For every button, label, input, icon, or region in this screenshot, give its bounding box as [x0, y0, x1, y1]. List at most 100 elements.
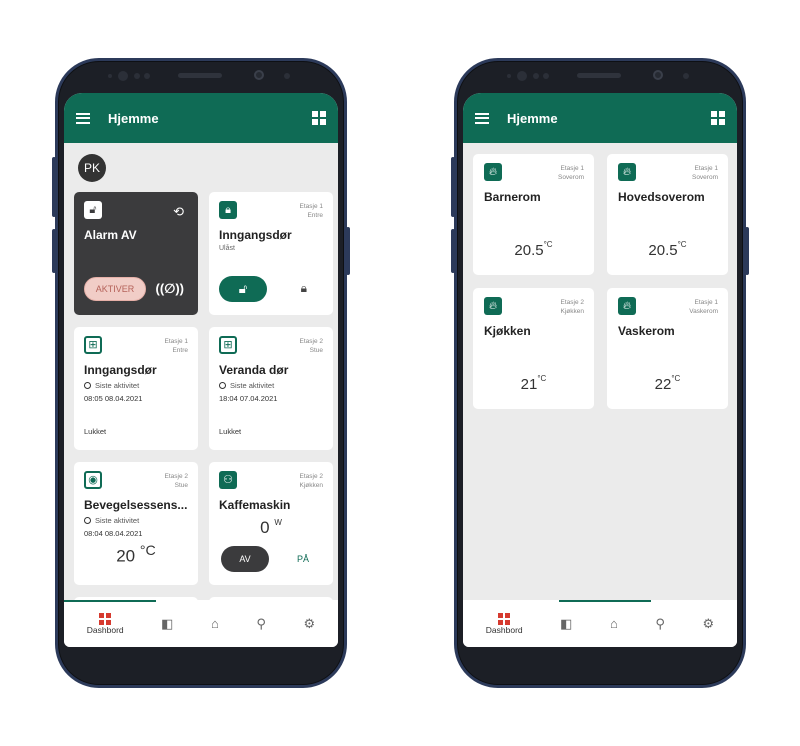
activity-date: 07.04.2021: [239, 394, 278, 403]
nav-floorplan[interactable]: ◧: [161, 616, 173, 631]
sensor-dot: [118, 71, 128, 81]
grid-add-icon[interactable]: [312, 111, 326, 125]
room-label: Stue: [174, 482, 188, 489]
door-sensor-card[interactable]: ⊞ Etasje 2 Stue Veranda dør Siste aktivi…: [209, 327, 333, 450]
card-location: Etasje 1 Entre: [165, 337, 189, 355]
off-button[interactable]: AV: [221, 546, 269, 572]
thermostat-card[interactable]: 🔥︎ Etasje 2 Kjøkken Kjøkken 21°C: [473, 288, 594, 409]
nav-location[interactable]: ⚲: [256, 616, 266, 631]
bottom-navigation: Dashbord ◧ ⌂ ⚲ ⚙: [64, 600, 338, 647]
nav-dashboard-label: Dashbord: [86, 624, 124, 635]
card-location: Etasje 2 Kjøkken: [561, 298, 585, 316]
activity-date: 08.04.2021: [104, 394, 143, 403]
activity-label: Siste aktivitet: [230, 381, 275, 390]
activity-label: Siste aktivitet: [95, 381, 140, 390]
activate-alarm-button[interactable]: AKTIVER: [84, 277, 146, 301]
location-icon: ⚲: [655, 615, 665, 631]
unlocked-padlock-icon: 🔓︎: [238, 281, 248, 296]
volume-button: [52, 157, 56, 217]
motion-sensor-card[interactable]: ◉ Etasje 2 Stue Bevegelsessens... Siste …: [74, 462, 198, 585]
hamburger-menu-icon[interactable]: [76, 112, 90, 124]
room-label: Entre: [172, 347, 188, 354]
thermostat-card[interactable]: 🔥︎ Etasje 1 Soverom Barnerom 20.5°C: [473, 154, 594, 275]
lock-status: Ulåst: [219, 245, 235, 252]
settings-icon: ⚙: [303, 615, 316, 631]
card-location: Etasje 1 Vaskerom: [689, 298, 718, 316]
home-icon: ⌂: [211, 615, 219, 631]
temperature-value: 20: [116, 546, 136, 566]
app-bar: Hjemme: [463, 93, 737, 143]
front-camera: [254, 70, 264, 80]
last-activity: Siste aktivitet: [84, 381, 188, 390]
sensor-dot: [543, 73, 549, 79]
card-location: Etasje 2 Kjøkken: [300, 472, 324, 490]
lock-button[interactable]: 🔒︎: [301, 281, 307, 296]
floor-label: Etasje 1: [299, 203, 324, 210]
timestamp: 18:04 07.04.2021: [219, 394, 323, 403]
bottom-bezel: [457, 647, 743, 685]
floor-label: Etasje 1: [560, 165, 585, 172]
alarm-card[interactable]: 🔓︎ ⟲ Alarm AV AKTIVER ((∅)): [74, 192, 198, 315]
on-button[interactable]: PÅ: [297, 554, 309, 564]
sensor-dot: [284, 73, 290, 79]
thermostat-flame-icon: 🔥︎: [484, 163, 502, 181]
card-location: Etasje 1 Soverom: [692, 164, 718, 182]
top-bezel: [457, 61, 743, 93]
door-sensor-card[interactable]: ⊞ Etasje 1 Entre Inngangsdør Siste aktiv…: [74, 327, 198, 450]
activity-date: 08.04.2021: [104, 529, 143, 538]
room-label: Kjøkken: [299, 482, 323, 489]
temperature-unit: °C: [543, 240, 553, 249]
avatar[interactable]: PK: [78, 154, 106, 182]
last-activity: Siste aktivitet: [84, 516, 188, 525]
smart-plug-card[interactable]: ⚇ Etasje 2 Kjøkken Kaffemaskin 0 W AV PÅ: [209, 462, 333, 585]
temperature-value: 20.5: [648, 242, 678, 259]
nav-home[interactable]: ⌂: [211, 615, 219, 631]
thermostat-card[interactable]: 🔥︎ Etasje 1 Vaskerom Vaskerom 22°C: [607, 288, 728, 409]
top-bezel: [58, 61, 344, 93]
thermostat-card-grid: 🔥︎ Etasje 1 Soverom Barnerom 20.5°C 🔥︎ E…: [473, 151, 728, 409]
sensor-dot: [507, 74, 511, 78]
unlock-button[interactable]: 🔓︎: [219, 276, 267, 302]
temperature-reading: 20.5°C: [607, 240, 728, 259]
card-location: Etasje 1 Soverom: [558, 164, 584, 182]
nav-floorplan[interactable]: ◧: [560, 615, 573, 631]
sensor-dot: [517, 71, 527, 81]
power-reading: 0 W: [219, 518, 323, 538]
screen: Hjemme 🔥︎ Etasje 1 Soverom Barnerom 20.5…: [463, 93, 737, 647]
card-title: Inngangsdør: [219, 228, 292, 242]
room-label: Stue: [309, 347, 323, 354]
grid-add-icon[interactable]: [711, 111, 725, 125]
temperature-reading: 21°C: [473, 374, 594, 393]
hamburger-menu-icon[interactable]: [475, 112, 489, 124]
card-title: Inngangsdør: [84, 363, 157, 377]
thermostat-flame-icon: 🔥︎: [618, 163, 636, 181]
active-tab-indicator: [559, 600, 651, 602]
bottom-bezel: [58, 647, 344, 685]
siren-icon[interactable]: ((∅)): [156, 281, 184, 297]
history-icon[interactable]: ⟲: [173, 204, 184, 220]
nav-home[interactable]: ⌂: [610, 615, 618, 631]
power-value: 0: [260, 518, 270, 537]
nav-location[interactable]: ⚲: [655, 615, 665, 631]
floor-label: Etasje 2: [164, 473, 189, 480]
phone-right: Hjemme 🔥︎ Etasje 1 Soverom Barnerom 20.5…: [451, 58, 749, 688]
activity-time: 08:05: [84, 394, 103, 403]
padlock-icon: 🔒︎: [219, 201, 237, 219]
card-location: Etasje 2 Stue: [300, 337, 324, 355]
sensor-dot: [144, 73, 150, 79]
home-icon: ⌂: [610, 615, 618, 631]
nav-dashboard[interactable]: Dashbord: [486, 612, 523, 635]
floorplan-icon: ◧: [560, 615, 573, 631]
card-title: Barnerom: [484, 190, 541, 204]
door-lock-card[interactable]: 🔒︎ Etasje 1 Entre Inngangsdør Ulåst 🔓︎ 🔒…: [209, 192, 333, 315]
thermostat-card[interactable]: 🔥︎ Etasje 1 Soverom Hovedsoverom 20.5°C: [607, 154, 728, 275]
nav-settings[interactable]: ⚙: [303, 615, 316, 631]
nav-settings[interactable]: ⚙: [703, 616, 715, 631]
nav-dashboard[interactable]: Dashbord: [86, 612, 124, 635]
room-label: Vaskerom: [689, 308, 718, 315]
room-label: Soverom: [691, 174, 718, 181]
sensor-dot: [683, 73, 689, 79]
dashboard-icon: [99, 612, 112, 625]
card-title: Kjøkken: [484, 324, 531, 338]
sensor-dot: [533, 73, 539, 79]
